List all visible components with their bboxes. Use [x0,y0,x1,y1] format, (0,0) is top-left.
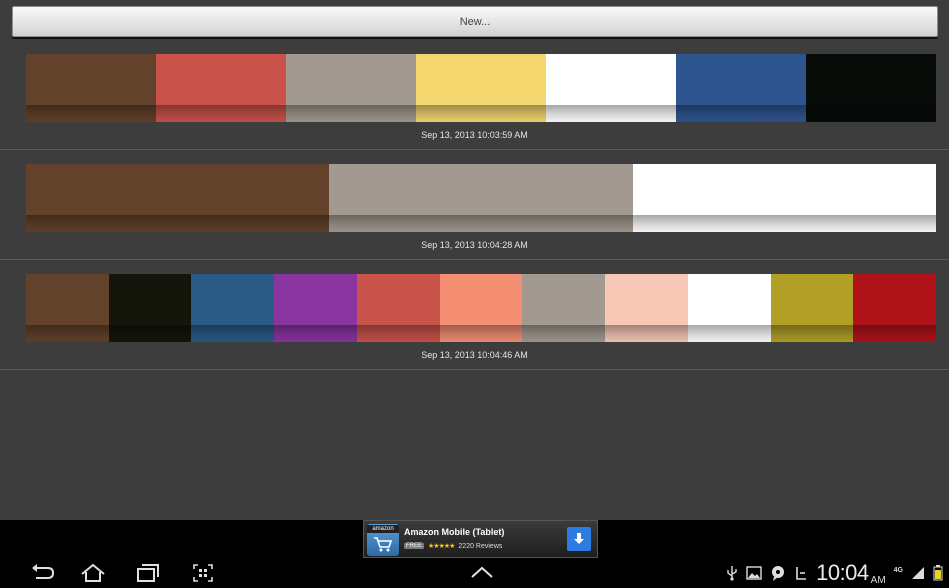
color-swatch [439,274,523,342]
color-swatch [416,54,546,122]
ad-bar: amazon Amazon Mobile (Tablet) FREE ★★★★★… [0,520,949,558]
recent-apps-icon[interactable] [136,563,160,583]
back-icon[interactable] [30,563,56,583]
color-swatch [806,54,936,122]
color-swatch [26,54,156,122]
palette-timestamp: Sep 13, 2013 10:04:28 AM [421,240,528,250]
palette-item[interactable]: Sep 13, 2013 10:04:46 AM [0,260,949,370]
color-swatch [605,274,688,342]
palette-strip [26,274,937,342]
color-swatch [632,164,937,232]
color-swatch [286,54,416,122]
clock-ampm: AM [870,575,886,586]
color-swatch [356,274,440,342]
ad-title: Amazon Mobile (Tablet) [404,527,505,537]
color-swatch [26,274,109,342]
palette-timestamp: Sep 13, 2013 10:04:46 AM [421,350,528,360]
color-swatch [156,54,286,122]
ad-meta: FREE ★★★★★ 2220 Reviews [404,542,502,550]
system-nav-bar: 10:04 AM 4G [0,558,949,588]
download-arrow-icon [574,533,584,544]
color-swatch [191,274,275,342]
usb-icon [727,566,737,581]
color-swatch [676,54,806,122]
color-swatch [687,274,771,342]
chat-icon [772,566,785,581]
palette-item[interactable]: Sep 13, 2013 10:03:59 AM [0,40,949,150]
color-swatch [522,274,606,342]
signal-icon [912,567,924,579]
clock-time: 10:04 [816,560,869,585]
home-icon[interactable] [80,563,106,583]
palette-strip [26,164,937,232]
color-swatch [274,274,357,342]
free-badge: FREE [404,543,425,549]
review-count: 2220 Reviews [458,542,503,550]
color-swatch [853,274,937,342]
battery-icon [933,565,943,581]
amazon-logo-text: amazon [367,525,399,533]
color-swatch [546,54,676,122]
palette-list: Sep 13, 2013 10:03:59 AM Sep 13, 2013 10… [0,40,949,370]
color-swatch [26,164,330,232]
color-swatch [329,164,633,232]
status-area[interactable]: 10:04 AM 4G [726,558,943,588]
download-button[interactable] [567,527,591,551]
ad-banner[interactable]: amazon Amazon Mobile (Tablet) FREE ★★★★★… [363,520,598,558]
color-swatch [108,274,192,342]
app-content: New... Sep 13, 2013 10:03:59 AM Sep 13, … [0,0,949,520]
amazon-app-icon: amazon [367,524,399,556]
up-arrow-icon[interactable] [470,565,494,581]
screenshot-icon[interactable] [192,563,214,583]
new-palette-button[interactable]: New... [12,6,938,37]
gallery-icon [746,566,762,580]
clock: 10:04 AM [816,560,886,586]
alarm-icon [796,567,807,580]
cart-icon [374,537,393,552]
palette-timestamp: Sep 13, 2013 10:03:59 AM [421,130,528,140]
rating-stars: ★★★★★ [428,543,455,550]
palette-strip [26,54,936,122]
color-swatch [770,274,854,342]
network-type: 4G [893,566,903,574]
palette-item[interactable]: Sep 13, 2013 10:04:28 AM [0,150,949,260]
